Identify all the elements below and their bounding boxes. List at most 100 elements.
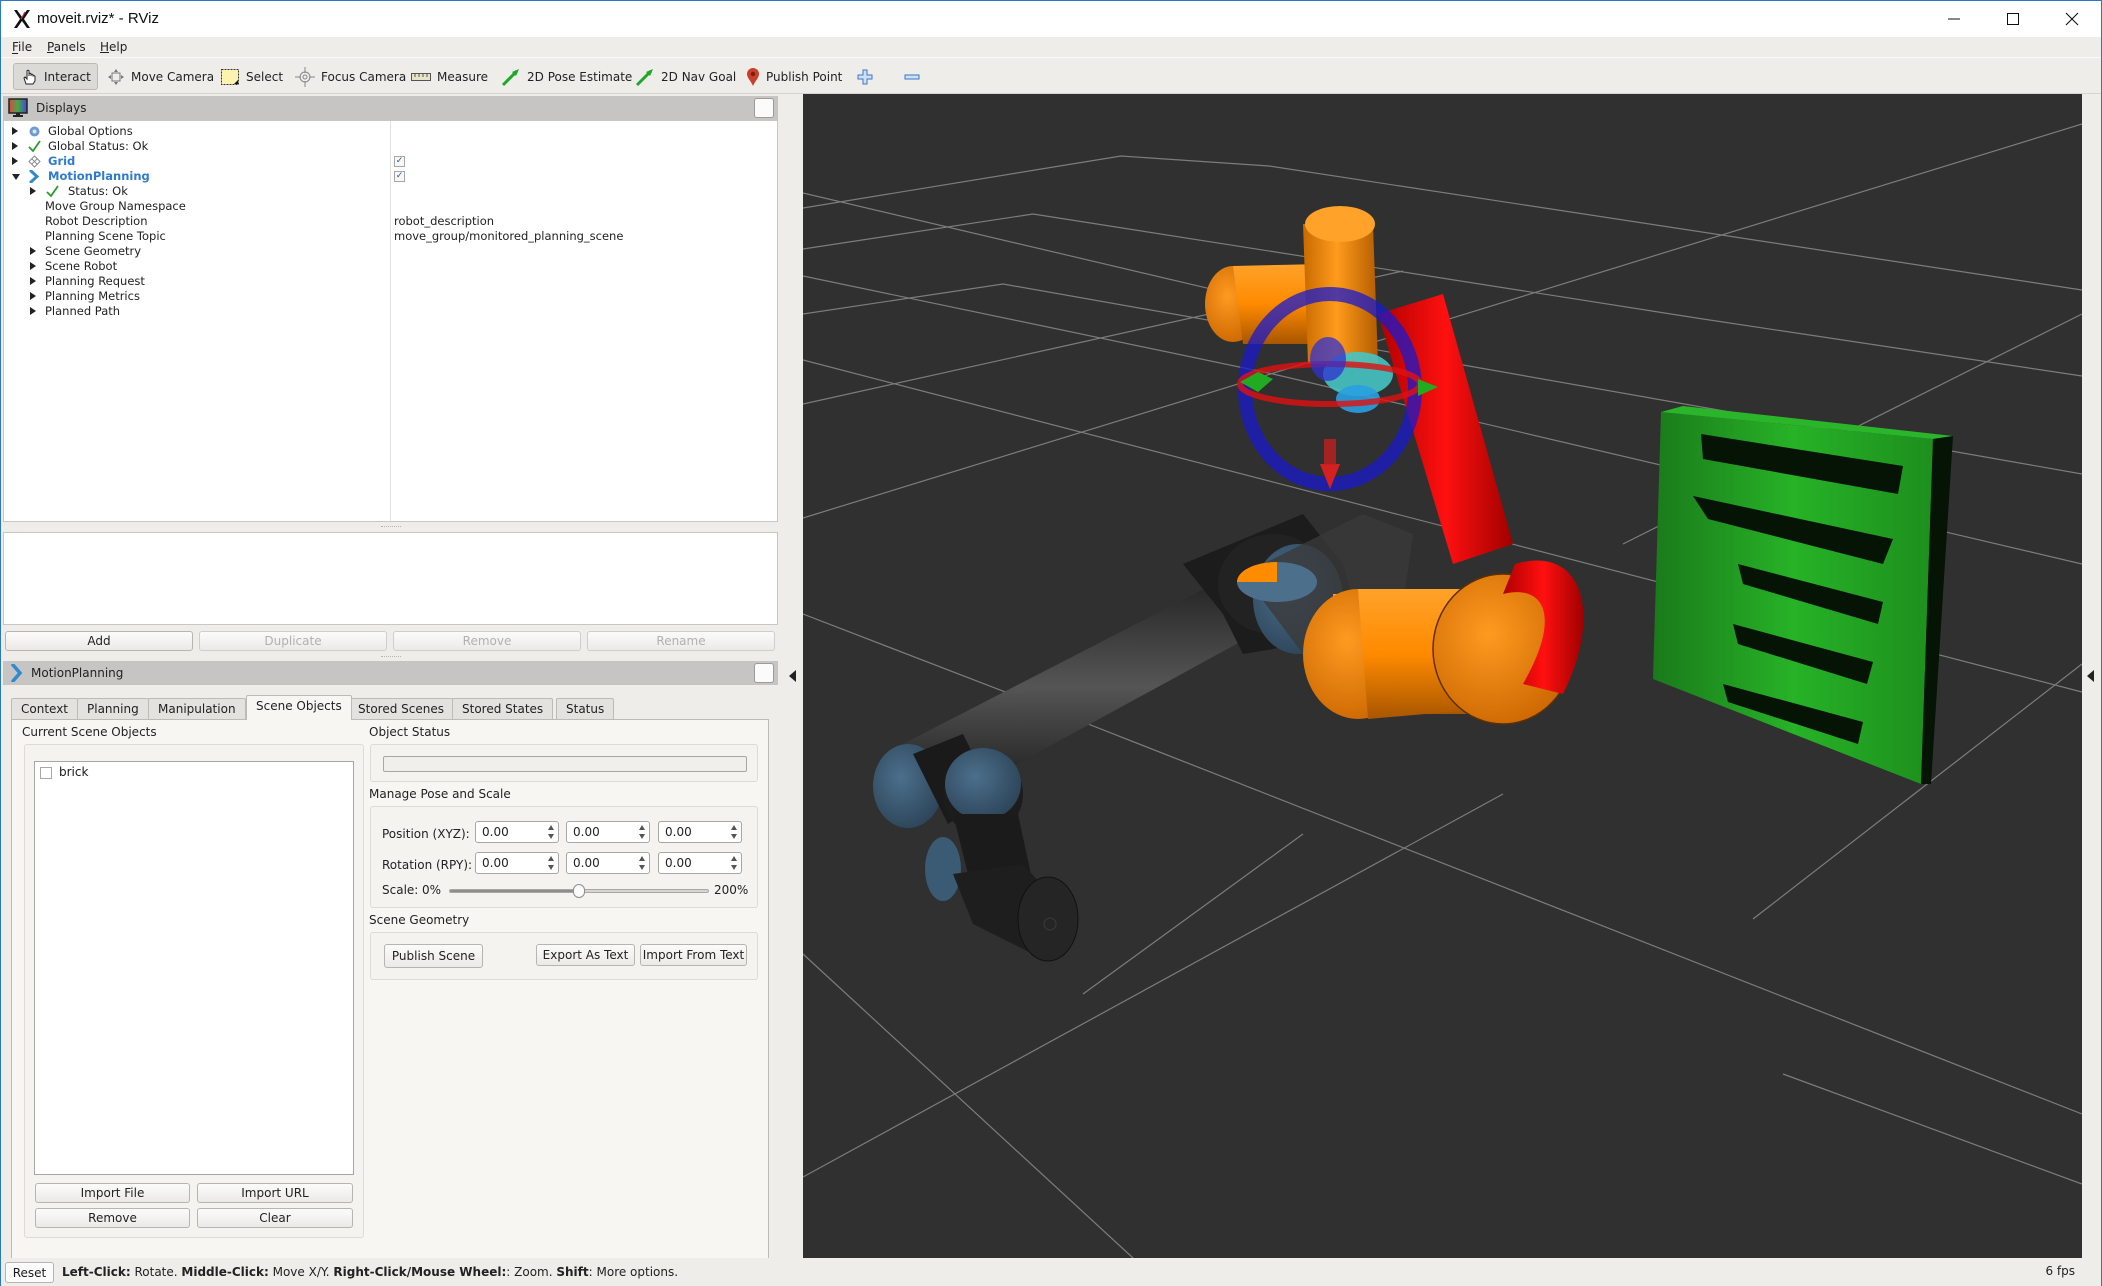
spin-arrows-icon[interactable] [547, 824, 556, 840]
title-bar: moveit.rviz* - RViz [1, 1, 2101, 37]
remove-object-button[interactable]: Remove [35, 1208, 190, 1228]
tree-row[interactable]: Scene Geometry [4, 244, 777, 259]
tab-planning[interactable]: Planning [77, 698, 149, 719]
add-display-button[interactable]: Add [5, 631, 193, 651]
expand-arrow-icon[interactable] [12, 157, 18, 165]
publish-scene-label: Publish Scene [391, 949, 476, 963]
position-z-spinbox[interactable]: 0.00 [658, 821, 742, 843]
display-enabled-checkbox[interactable]: ✓ [394, 156, 405, 167]
splitter-handle[interactable] [381, 526, 401, 529]
rotation-r-spinbox[interactable]: 0.00 [475, 852, 559, 874]
remove-display-button[interactable]: Remove [393, 631, 581, 651]
maximize-button[interactable] [1984, 1, 2042, 37]
expand-arrow-icon[interactable] [12, 127, 18, 135]
shelf-obstacle [1653, 406, 1953, 784]
import-url-button[interactable]: Import URL [197, 1183, 353, 1203]
publish-scene-button[interactable]: Publish Scene [384, 944, 483, 968]
tab-context[interactable]: Context [11, 698, 79, 719]
tab-stored-states[interactable]: Stored States [452, 698, 554, 719]
tool-publish-point[interactable]: Publish Point [740, 63, 848, 90]
grid-line [803, 155, 2082, 291]
map-pin-icon [747, 67, 759, 86]
tree-row-label: MotionPlanning [48, 169, 150, 183]
tree-row-value[interactable]: move_group/monitored_planning_scene [394, 229, 623, 244]
tool-2d-pose-estimate[interactable]: 2D Pose Estimate [495, 63, 638, 90]
expand-arrow-icon[interactable] [30, 247, 36, 255]
expand-arrow-icon[interactable] [12, 142, 18, 150]
import-file-label: Import File [80, 1186, 145, 1200]
import-file-button[interactable]: Import File [35, 1183, 190, 1203]
rotation-y-spinbox[interactable]: 0.00 [658, 852, 742, 874]
tool-move-camera[interactable]: Move Camera [101, 63, 220, 90]
position-x-spinbox[interactable]: 0.00 [475, 821, 559, 843]
object-visible-checkbox[interactable] [40, 767, 52, 779]
tool-interact[interactable]: Interact [13, 63, 98, 90]
spin-arrows-icon[interactable] [730, 824, 739, 840]
displays-panel-header: Displays [3, 96, 778, 120]
tree-row[interactable]: Global Options [4, 124, 777, 139]
expand-arrow-icon[interactable] [30, 277, 36, 285]
reset-button[interactable]: Reset [5, 1262, 54, 1283]
collapse-left-dock-arrow[interactable] [789, 670, 796, 682]
tree-row-label: Status: Ok [68, 184, 128, 198]
tree-row[interactable]: Status: Ok [4, 184, 777, 199]
tree-row[interactable]: MotionPlanning ✓ [4, 169, 777, 184]
tool-measure[interactable]: Measure [405, 63, 494, 90]
add-tool-button[interactable] [851, 63, 879, 90]
tree-row[interactable]: Move Group Namespace [4, 199, 777, 214]
tool-select[interactable]: Select [214, 63, 289, 90]
tree-row[interactable]: Robot Description robot_description [4, 214, 777, 229]
spin-arrows-icon[interactable] [638, 824, 647, 840]
tree-row[interactable]: Global Status: Ok [4, 139, 777, 154]
position-y-spinbox[interactable]: 0.00 [566, 821, 650, 843]
tree-row[interactable]: Planned Path [4, 304, 777, 319]
scene-objects-list[interactable]: brick [34, 761, 354, 1175]
display-enabled-checkbox[interactable]: ✓ [394, 171, 405, 182]
spin-arrows-icon[interactable] [547, 855, 556, 871]
import-from-text-button[interactable]: Import From Text [640, 944, 747, 966]
menu-help[interactable]: Help [100, 40, 127, 54]
menu-panels[interactable]: Panels [47, 40, 86, 54]
tree-row[interactable]: Grid ✓ [4, 154, 777, 169]
displays-panel-float-button[interactable] [754, 98, 774, 118]
menu-file[interactable]: File [12, 40, 32, 54]
tool-2d-nav-goal[interactable]: 2D Nav Goal [629, 63, 742, 90]
collapse-arrow-icon[interactable] [12, 174, 20, 180]
clear-objects-button[interactable]: Clear [197, 1208, 353, 1228]
minimize-button[interactable] [1925, 1, 1983, 37]
tab-scene-objects[interactable]: Scene Objects [246, 695, 352, 720]
tab-stored-scenes[interactable]: Stored Scenes [348, 698, 454, 719]
expand-arrow-icon[interactable] [30, 187, 36, 195]
hint-text: : Zoom. [506, 1265, 557, 1279]
tool-focus-camera[interactable]: Focus Camera [289, 63, 412, 90]
spin-arrows-icon[interactable] [730, 855, 739, 871]
motion-planning-icon [28, 169, 41, 184]
tree-row-value[interactable]: robot_description [394, 214, 494, 229]
duplicate-display-button[interactable]: Duplicate [199, 631, 387, 651]
scale-slider-handle[interactable] [573, 884, 585, 898]
motion-planning-float-button[interactable] [754, 663, 774, 683]
close-button[interactable] [2043, 1, 2101, 37]
hint-key: Shift [556, 1265, 589, 1279]
splitter-handle[interactable] [381, 656, 401, 659]
collapse-right-dock-arrow[interactable] [2087, 670, 2094, 682]
tree-row[interactable]: Planning Scene Topic move_group/monitored… [4, 229, 777, 244]
tab-status[interactable]: Status [556, 698, 615, 719]
tab-manipulation[interactable]: Manipulation [148, 698, 246, 719]
spin-arrows-icon[interactable] [638, 855, 647, 871]
rotation-r-value: 0.00 [482, 856, 509, 870]
remove-tool-button[interactable] [898, 63, 926, 90]
expand-arrow-icon[interactable] [30, 262, 36, 270]
rotation-p-spinbox[interactable]: 0.00 [566, 852, 650, 874]
move-camera-icon [108, 68, 124, 85]
expand-arrow-icon[interactable] [30, 292, 36, 300]
tree-row[interactable]: Planning Metrics [4, 289, 777, 304]
export-as-text-button[interactable]: Export As Text [536, 944, 635, 966]
tree-row[interactable]: Scene Robot [4, 259, 777, 274]
rename-display-button[interactable]: Rename [587, 631, 775, 651]
scale-slider[interactable] [449, 884, 709, 898]
list-item[interactable]: brick [35, 762, 353, 782]
3d-viewport[interactable] [803, 94, 2082, 1258]
expand-arrow-icon[interactable] [30, 307, 36, 315]
tree-row[interactable]: Planning Request [4, 274, 777, 289]
